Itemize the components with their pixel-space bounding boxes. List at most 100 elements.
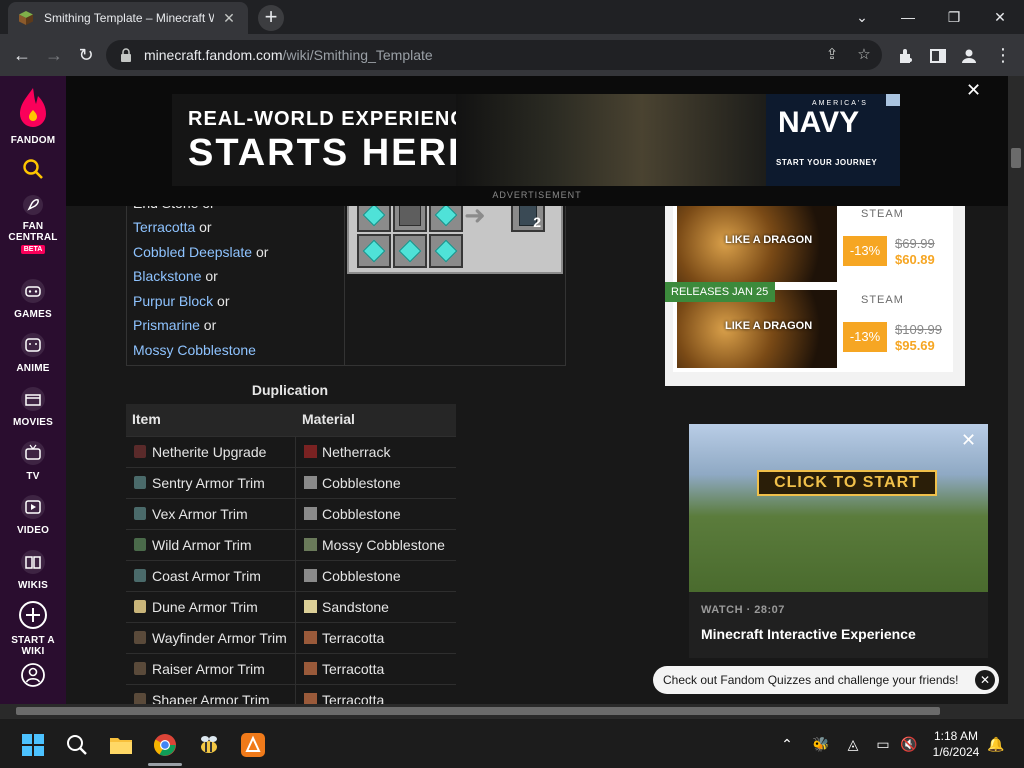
rail-item-video[interactable]: VIDEO (0, 494, 66, 536)
rail-item-anime[interactable]: ANIME (0, 332, 66, 374)
material-name[interactable]: Netherrack (322, 444, 390, 460)
scroll-thumb[interactable] (16, 707, 940, 715)
ingredient-link[interactable]: Purpur Block (133, 293, 213, 309)
col-material-header: Material (302, 411, 355, 427)
clock-time[interactable]: 1:18 AM (926, 729, 986, 743)
material-cell: Netherrack (296, 437, 456, 468)
ingredient-link[interactable]: Terracotta (133, 219, 195, 235)
video-title[interactable]: Minecraft Interactive Experience (701, 626, 916, 642)
profile-avatar-icon[interactable] (960, 47, 978, 65)
video-player[interactable]: CLICK TO START ✕ WATCH · 28:07 Minecraft… (689, 424, 988, 658)
video-thumbnail[interactable]: CLICK TO START ✕ (689, 424, 988, 592)
fandom-logo[interactable]: FANDOM (0, 86, 66, 146)
file-explorer-icon[interactable] (108, 732, 134, 758)
material-cell: Terracotta (296, 654, 456, 685)
minimize-icon[interactable]: — (888, 4, 928, 30)
item-cell: Vex Armor Trim (126, 499, 296, 530)
reload-icon[interactable]: ↻ (73, 42, 99, 68)
material-name[interactable]: Sandstone (322, 599, 389, 615)
item-name[interactable]: Netherite Upgrade (152, 444, 266, 460)
rail-item-tv[interactable]: TV (0, 440, 66, 482)
close-ad-icon[interactable]: ✕ (966, 80, 981, 101)
network-icon[interactable]: ◬ (844, 735, 862, 753)
item-name[interactable]: Sentry Armor Trim (152, 475, 265, 491)
material-name[interactable]: Terracotta (322, 692, 384, 704)
item-cell: Sentry Armor Trim (126, 468, 296, 499)
horizontal-scrollbar[interactable] (0, 704, 1024, 718)
material-name[interactable]: Terracotta (322, 630, 384, 646)
diamond-icon (434, 239, 458, 263)
rail-search[interactable] (0, 158, 66, 183)
rail-item-movies[interactable]: MOVIES (0, 386, 66, 428)
back-icon[interactable]: ← (9, 42, 35, 68)
material-name[interactable]: Mossy Cobblestone (322, 537, 445, 553)
tab-close-icon[interactable]: ✕ (220, 10, 238, 27)
tray-app-icon[interactable]: 🐝 (812, 735, 830, 753)
extensions-puzzle-icon[interactable] (897, 47, 915, 65)
orange-app-icon[interactable] (240, 732, 266, 758)
forward-icon[interactable]: → (41, 42, 67, 68)
windows-start-icon[interactable] (20, 732, 46, 758)
material-name[interactable]: Cobblestone (322, 475, 401, 491)
address-bar[interactable]: minecraft.fandom.com /wiki/Smithing_Temp… (106, 40, 882, 70)
adchoices-icon[interactable] (886, 94, 900, 106)
rail-item-games[interactable]: GAMES (0, 278, 66, 320)
item-name[interactable]: Dune Armor Trim (152, 599, 258, 615)
volume-muted-icon[interactable]: 🔇 (900, 735, 918, 753)
item-cell: Coast Armor Trim (126, 561, 296, 592)
browser-menu-icon[interactable]: ⋮ (990, 42, 1016, 68)
item-name[interactable]: Coast Armor Trim (152, 568, 261, 584)
clock-date[interactable]: 1/6/2024 (926, 745, 986, 759)
crafting-slot[interactable] (429, 234, 463, 268)
close-video-icon[interactable]: ✕ (961, 430, 976, 451)
rail-user-account[interactable] (0, 662, 66, 691)
video-meta: WATCH · 28:07 (701, 604, 785, 616)
bookmark-star-icon[interactable]: ☆ (852, 43, 876, 67)
material-block-icon (304, 693, 317, 704)
close-toast-icon[interactable]: ✕ (975, 670, 995, 690)
rail-label: FAN CENTRAL (8, 221, 58, 243)
search-icon[interactable] (64, 732, 90, 758)
item-name[interactable]: Wild Armor Trim (152, 537, 252, 553)
steam-card[interactable]: LIKE A DRAGON STEAM -13% $69.99 $60.89 (673, 200, 953, 286)
tab-title: Smithing Template – Minecraft W (44, 11, 214, 25)
chrome-icon[interactable] (152, 732, 178, 758)
bee-app-icon[interactable] (196, 732, 222, 758)
material-name[interactable]: Terracotta (322, 661, 384, 677)
quiz-toast[interactable]: Check out Fandom Quizzes and challenge y… (653, 666, 999, 694)
navy-ad[interactable]: REAL-WORLD EXPERIENCE STARTS HERE AMERIC… (172, 94, 900, 186)
ingredient-link[interactable]: Blackstone (133, 268, 201, 284)
steam-ad-widget[interactable]: LIKE A DRAGON STEAM -13% $69.99 $60.89 R… (665, 200, 965, 386)
restore-icon[interactable]: ❐ (934, 4, 974, 30)
tray-overflow-icon[interactable]: ⌃ (778, 735, 796, 753)
rail-label: ANIME (16, 363, 50, 374)
search-icon (23, 159, 43, 179)
material-name[interactable]: Cobblestone (322, 506, 401, 522)
click-to-start-button[interactable]: CLICK TO START (757, 470, 937, 496)
rail-item-wikis[interactable]: WIKIS (0, 549, 66, 591)
new-tab-button[interactable]: + (258, 5, 284, 31)
display-icon[interactable]: ▭ (874, 735, 892, 753)
item-name[interactable]: Shaper Armor Trim (152, 692, 269, 704)
rail-item-start-a-wiki[interactable]: START A WIKI (0, 600, 66, 657)
side-panel-icon[interactable] (929, 47, 947, 65)
ingredient-link[interactable]: Mossy Cobblestone (133, 342, 256, 358)
material-name[interactable]: Cobblestone (322, 568, 401, 584)
rail-item-fan-central[interactable]: FAN CENTRAL BETA (0, 194, 66, 254)
vertical-scrollbar[interactable] (1008, 76, 1024, 704)
crafting-slot[interactable] (357, 234, 391, 268)
crafting-slot[interactable] (393, 234, 427, 268)
item-name[interactable]: Vex Armor Trim (152, 506, 248, 522)
close-window-icon[interactable]: ✕ (980, 4, 1020, 30)
stone-block-icon (399, 204, 421, 226)
item-name[interactable]: Wayfinder Armor Trim (152, 630, 287, 646)
tab-search-icon[interactable]: ⌄ (842, 4, 882, 30)
share-icon[interactable]: ⇪ (820, 43, 844, 67)
item-name[interactable]: Raiser Armor Trim (152, 661, 265, 677)
ingredient-link[interactable]: Prismarine (133, 317, 200, 333)
browser-tab[interactable]: Smithing Template – Minecraft W ✕ (8, 2, 248, 34)
old-price: $109.99 (895, 322, 942, 337)
ingredient-link[interactable]: Cobbled Deepslate (133, 244, 252, 260)
scroll-thumb[interactable] (1011, 148, 1021, 168)
notifications-bell-icon[interactable]: 🔔 (987, 735, 1005, 753)
